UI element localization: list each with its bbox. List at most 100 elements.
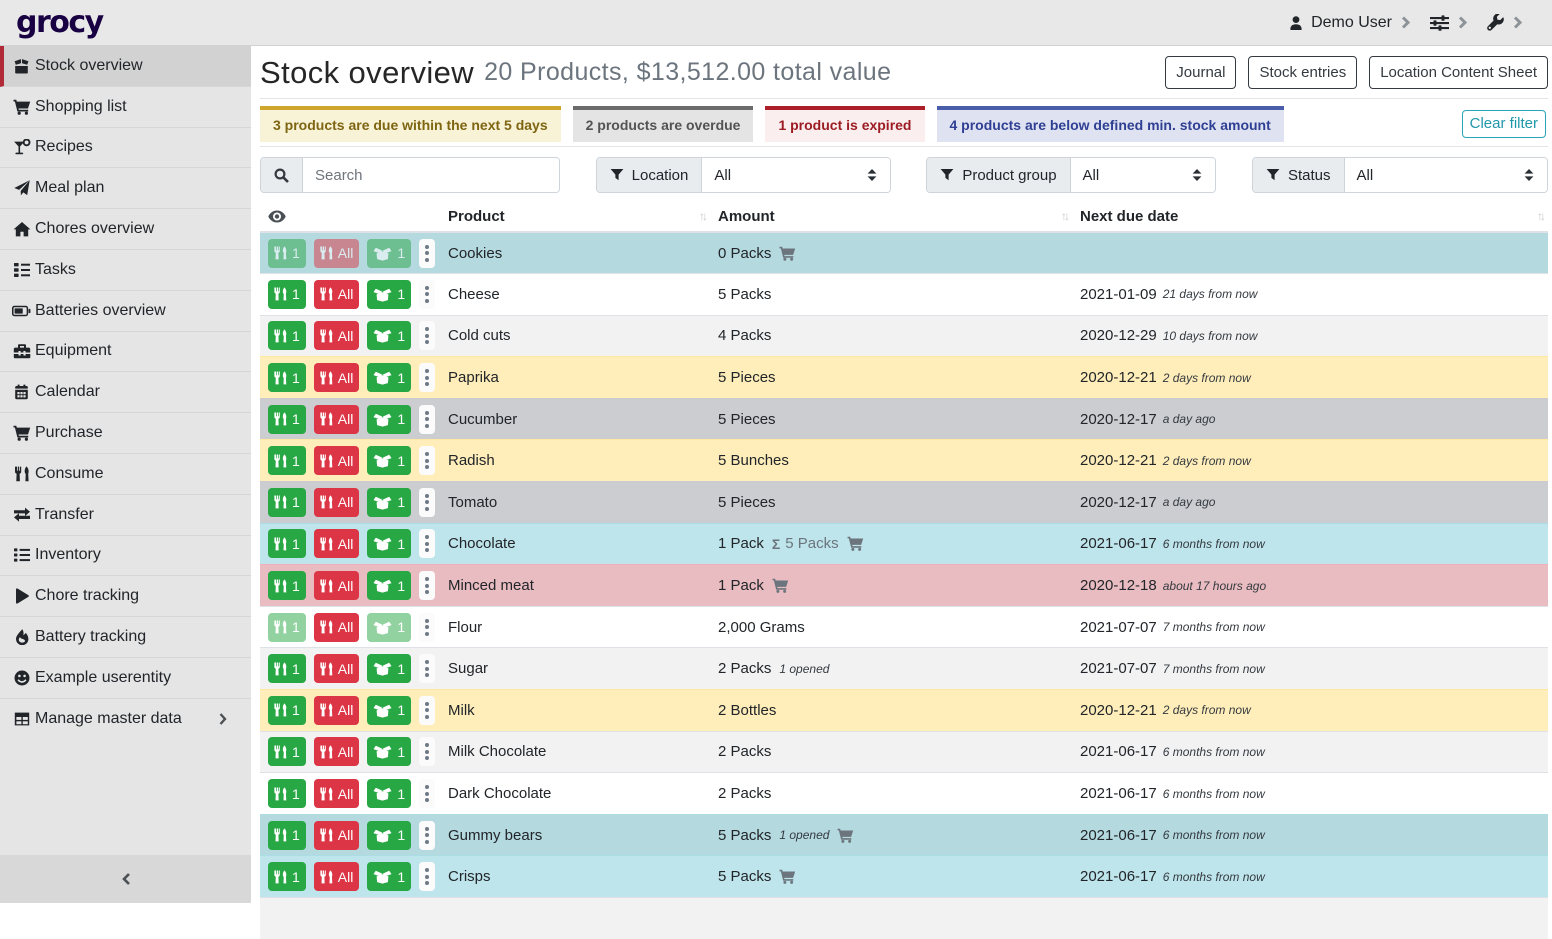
status-filter-select[interactable]: All [1345, 158, 1547, 192]
location-content-sheet-button[interactable]: Location Content Sheet [1369, 56, 1548, 89]
consume-all-button[interactable]: All [314, 405, 360, 434]
open-one-button[interactable]: 1 [367, 821, 411, 850]
open-one-button[interactable]: 1 [367, 779, 411, 808]
sidebar-item-tasks[interactable]: Tasks [0, 250, 251, 291]
column-header-next-due-date[interactable]: Next due date↑↓ [1072, 200, 1548, 232]
row-menu-button[interactable] [419, 488, 435, 517]
consume-one-button[interactable]: 1 [268, 654, 306, 683]
consume-one-button[interactable]: 1 [268, 696, 306, 725]
consume-all-button[interactable]: All [314, 654, 360, 683]
consume-all-button[interactable]: All [314, 280, 360, 309]
consume-all-button[interactable]: All [314, 446, 360, 475]
search-input[interactable] [303, 158, 559, 192]
sidebar-item-inventory[interactable]: Inventory [0, 536, 251, 577]
user-menu[interactable]: Demo User [1288, 14, 1410, 32]
consume-all-button[interactable]: All [314, 571, 360, 600]
row-menu-button[interactable] [419, 696, 435, 725]
consume-one-button[interactable]: 1 [268, 280, 306, 309]
column-header-amount[interactable]: Amount↑↓ [710, 200, 1072, 232]
consume-one-button[interactable]: 1 [268, 737, 306, 766]
sidebar-item-example-userentity[interactable]: Example userentity [0, 658, 251, 699]
consume-all-button[interactable]: All [314, 737, 360, 766]
consume-all-button[interactable]: All [314, 321, 360, 350]
sidebar-item-transfer[interactable]: Transfer [0, 495, 251, 536]
consume-all-button[interactable]: All [314, 696, 360, 725]
sidebar-item-stock-overview[interactable]: Stock overview [0, 46, 251, 87]
open-one-button[interactable]: 1 [367, 280, 411, 309]
consume-one-button[interactable]: 1 [268, 488, 306, 517]
open-one-button[interactable]: 1 [367, 613, 411, 642]
journal-button[interactable]: Journal [1165, 56, 1236, 89]
sidebar-item-battery-tracking[interactable]: Battery tracking [0, 617, 251, 658]
row-menu-button[interactable] [419, 862, 435, 891]
consume-one-button[interactable]: 1 [268, 321, 306, 350]
consume-one-button[interactable]: 1 [268, 571, 306, 600]
sidebar-item-shopping-list[interactable]: Shopping list [0, 87, 251, 128]
open-one-button[interactable]: 1 [367, 696, 411, 725]
consume-all-button[interactable]: All [314, 779, 360, 808]
sidebar-item-recipes[interactable]: Recipes [0, 128, 251, 169]
consume-one-button[interactable]: 1 [268, 446, 306, 475]
info-box-due-soon[interactable]: 3 products are due within the next 5 day… [260, 106, 561, 142]
row-menu-button[interactable] [419, 363, 435, 392]
consume-one-button[interactable]: 1 [268, 529, 306, 558]
sidebar-item-consume[interactable]: Consume [0, 454, 251, 495]
column-toggle-header[interactable] [260, 200, 440, 232]
row-menu-button[interactable] [419, 779, 435, 808]
sidebar-item-purchase[interactable]: Purchase [0, 413, 251, 454]
consume-one-button[interactable]: 1 [268, 239, 306, 268]
consume-one-button[interactable]: 1 [268, 862, 306, 891]
row-menu-button[interactable] [419, 571, 435, 600]
open-one-button[interactable]: 1 [367, 571, 411, 600]
location-filter-select[interactable]: All [702, 158, 889, 192]
sidebar-item-calendar[interactable]: Calendar [0, 372, 251, 413]
row-menu-button[interactable] [419, 405, 435, 434]
consume-all-button[interactable]: All [314, 239, 360, 268]
admin-menu[interactable] [1487, 14, 1522, 31]
row-menu-button[interactable] [419, 529, 435, 558]
row-menu-button[interactable] [419, 821, 435, 850]
consume-one-button[interactable]: 1 [268, 613, 306, 642]
stock-entries-button[interactable]: Stock entries [1248, 56, 1357, 89]
column-header-product[interactable]: Product↑↓ [440, 200, 710, 232]
open-one-button[interactable]: 1 [367, 737, 411, 766]
row-menu-button[interactable] [419, 613, 435, 642]
sidebar-item-chores-overview[interactable]: Chores overview [0, 209, 251, 250]
open-one-button[interactable]: 1 [367, 654, 411, 683]
open-one-button[interactable]: 1 [367, 529, 411, 558]
consume-all-button[interactable]: All [314, 488, 360, 517]
clear-filter-button[interactable]: Clear filter [1462, 110, 1546, 138]
info-box-below-min[interactable]: 4 products are below defined min. stock … [937, 106, 1284, 142]
consume-all-button[interactable]: All [314, 613, 360, 642]
product-group-filter-select[interactable]: All [1071, 158, 1216, 192]
open-one-button[interactable]: 1 [367, 862, 411, 891]
row-menu-button[interactable] [419, 654, 435, 683]
open-one-button[interactable]: 1 [367, 239, 411, 268]
consume-one-button[interactable]: 1 [268, 363, 306, 392]
settings-menu[interactable] [1430, 15, 1467, 31]
info-box-overdue[interactable]: 2 products are overdue [573, 106, 754, 142]
info-box-expired[interactable]: 1 product is expired [765, 106, 924, 142]
sidebar-item-manage-master-data[interactable]: Manage master data [0, 699, 251, 740]
grocy-logo[interactable]: grocy [16, 8, 103, 38]
row-menu-button[interactable] [419, 239, 435, 268]
sidebar-item-chore-tracking[interactable]: Chore tracking [0, 576, 251, 617]
consume-all-button[interactable]: All [314, 862, 360, 891]
row-menu-button[interactable] [419, 321, 435, 350]
open-one-button[interactable]: 1 [367, 363, 411, 392]
consume-all-button[interactable]: All [314, 821, 360, 850]
open-one-button[interactable]: 1 [367, 321, 411, 350]
consume-one-button[interactable]: 1 [268, 779, 306, 808]
sidebar-collapse-toggle[interactable] [0, 855, 251, 903]
open-one-button[interactable]: 1 [367, 405, 411, 434]
sidebar-item-meal-plan[interactable]: Meal plan [0, 168, 251, 209]
row-menu-button[interactable] [419, 446, 435, 475]
sidebar-item-batteries-overview[interactable]: Batteries overview [0, 291, 251, 332]
open-one-button[interactable]: 1 [367, 446, 411, 475]
consume-all-button[interactable]: All [314, 363, 360, 392]
consume-one-button[interactable]: 1 [268, 405, 306, 434]
open-one-button[interactable]: 1 [367, 488, 411, 517]
sidebar-item-equipment[interactable]: Equipment [0, 332, 251, 373]
consume-one-button[interactable]: 1 [268, 821, 306, 850]
consume-all-button[interactable]: All [314, 529, 360, 558]
